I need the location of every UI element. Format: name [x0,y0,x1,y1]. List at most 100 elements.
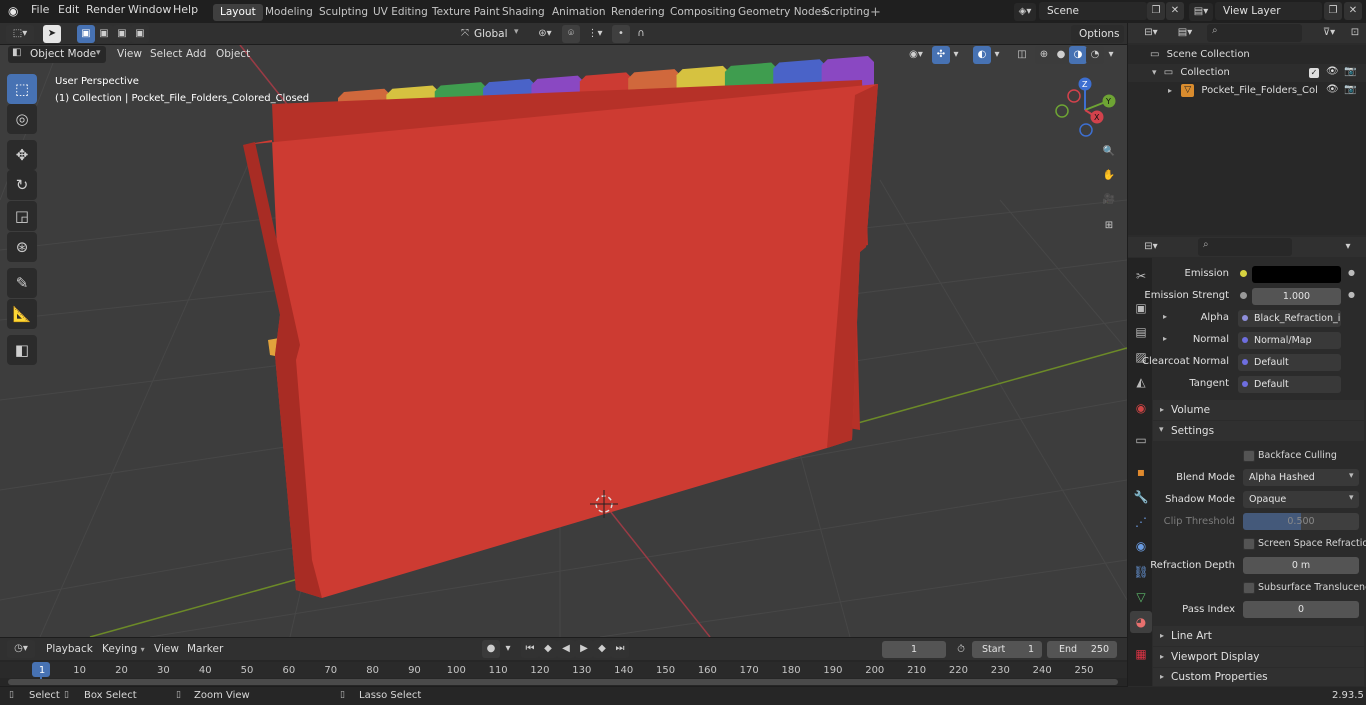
shading-rendered-icon[interactable]: ◔ [1086,46,1104,64]
shading-chevron-icon[interactable]: ▾ [1105,46,1117,64]
texture-tab-icon[interactable]: ▦ [1130,643,1152,665]
3d-viewport[interactable]: Z Y X [0,45,1127,637]
blender-logo-icon[interactable]: ◉ [8,4,22,18]
camera-icon[interactable]: 🎥 [1099,191,1119,211]
refraction-depth-field[interactable]: 0 m [1243,557,1359,574]
select-intersect-icon[interactable]: ▣ [131,25,149,43]
zoom-icon[interactable]: 🔍 [1099,143,1119,163]
object-eye-icon[interactable]: 👁 [1326,84,1339,95]
snap-icon[interactable]: ⌾ [562,25,580,43]
properties-options-icon[interactable]: ▾ [1339,238,1357,256]
emission-keyframe-icon[interactable]: ● [1348,268,1355,277]
world-tab-icon[interactable]: ◉ [1130,397,1152,419]
proportional-edit-icon[interactable]: • [612,25,630,43]
add-cube-tool[interactable]: ◧ [7,335,37,365]
outliner-editor-type-icon[interactable]: ⊟▾ [1138,24,1164,42]
shading-material-icon[interactable]: ◑ [1069,46,1087,64]
falloff-icon[interactable]: ∩ [632,25,650,43]
shadow-mode-dropdown[interactable]: Opaque [1243,491,1359,508]
viewport-menu-view[interactable]: View [117,46,142,63]
end-frame-field[interactable]: End 250 [1047,641,1117,658]
object-row[interactable]: ▸ ▽ Pocket_File_Folders_Colc [1168,82,1318,100]
menu-window[interactable]: Window [128,3,171,16]
overlay-toggle-icon[interactable]: ◐ [973,46,991,64]
annotate-tool[interactable]: ✎ [7,268,37,298]
shading-solid-icon[interactable]: ● [1052,46,1070,64]
object-camera-icon[interactable]: 📷 [1344,84,1356,95]
transform-tool[interactable]: ⊛ [7,232,37,262]
editor-type-icon[interactable]: ⬚▾ [6,25,34,43]
view-layer-close-icon[interactable]: ✕ [1344,2,1362,20]
cursor-tool[interactable]: ◎ [7,104,37,134]
backface-culling-checkbox[interactable] [1243,450,1255,462]
pass-index-field[interactable]: 0 [1243,601,1359,618]
pivot-icon[interactable]: ⊛▾ [532,25,558,43]
tab-scripting[interactable]: Scripting [816,4,877,21]
start-frame-field[interactable]: Start 1 [972,641,1042,658]
jump-end-icon[interactable]: ⏭ [611,640,629,658]
subsurface-translucency-label[interactable]: Subsurface Translucency [1258,582,1366,593]
select-box-tool[interactable]: ⬚ [7,74,37,104]
visibility-icon[interactable]: ◉▾ [903,46,929,64]
gizmo-toggle-icon[interactable]: ✣ [932,46,950,64]
play-reverse-icon[interactable]: ◀ [557,640,575,658]
timeline-menu-view[interactable]: View [154,641,179,658]
physics-tab-icon[interactable]: ◉ [1130,535,1152,557]
scene-close-icon[interactable]: ✕ [1166,2,1184,20]
options-dropdown[interactable]: Options [1071,25,1124,43]
screen-space-refraction-label[interactable]: Screen Space Refraction [1258,538,1366,549]
menu-file[interactable]: File [31,3,49,16]
blend-mode-dropdown[interactable]: Alpha Hashed [1243,469,1359,486]
select-extend-icon[interactable]: ▣ [95,25,113,43]
timeline-editor-type-icon[interactable]: ◷▾ [7,640,35,658]
ortho-grid-icon[interactable]: ⊞ [1099,217,1119,237]
move-tool[interactable]: ✥ [7,140,37,170]
timeline-menu-marker[interactable]: Marker [187,641,223,658]
tab-animation[interactable]: Animation [545,4,613,21]
select-new-icon[interactable]: ▣ [77,25,95,43]
object-mode-dropdown[interactable]: Object Mode [8,46,106,63]
tab-layout[interactable]: Layout [213,4,263,21]
preview-range-icon[interactable]: ⏱ [952,641,970,659]
clearcoat-normal-field[interactable]: Default [1238,354,1341,371]
viewport-menu-select[interactable]: Select [150,46,182,63]
view-layer-copy-icon[interactable]: ❐ [1324,2,1342,20]
overlay-chevron-icon[interactable]: ▾ [991,46,1003,64]
collection-checkbox[interactable]: ✓ [1309,68,1319,78]
menu-render[interactable]: Render [86,3,125,16]
collection-expand-icon[interactable]: ▾ [1152,68,1157,78]
active-tool-icon[interactable]: ➤ [43,25,61,43]
collection-eye-icon[interactable]: 👁 [1326,66,1339,77]
properties-search-input[interactable] [1198,238,1292,256]
tab-modeling[interactable]: Modeling [258,4,320,21]
record-chevron-icon[interactable]: ▾ [502,640,514,658]
subsurface-translucency-checkbox[interactable] [1243,582,1255,594]
record-icon[interactable]: ● [482,640,500,658]
shading-wireframe-icon[interactable]: ⊕ [1035,46,1053,64]
measure-tool[interactable]: 📐 [7,299,37,329]
view-layer-icon[interactable]: ▤▾ [1189,3,1213,21]
outliner-search-input[interactable] [1207,24,1302,42]
timeline-menu-playback[interactable]: Playback ▾ [40,640,96,672]
emission-strength-field[interactable]: 1.000 [1252,288,1341,305]
current-frame-field[interactable]: 1 [882,641,946,658]
menu-help[interactable]: Help [173,3,198,16]
alpha-link-field[interactable]: Black_Refraction_in... [1238,310,1341,327]
xray-icon[interactable]: ◫ [1013,46,1031,64]
select-subtract-icon[interactable]: ▣ [113,25,131,43]
tangent-field[interactable]: Default [1238,376,1341,393]
filter-icon[interactable]: ⊽▾ [1316,24,1342,42]
timeline-scrollbar[interactable] [8,679,1118,685]
viewport-menu-add[interactable]: Add [186,46,206,63]
collection-tab-icon[interactable]: ▭ [1130,429,1152,451]
scene-copy-icon[interactable]: ❐ [1147,2,1165,20]
add-workspace-icon[interactable]: + [870,5,881,20]
scale-tool[interactable]: ◲ [7,201,37,231]
orientation-icon[interactable]: ⤧ [456,25,474,43]
view-layer-field[interactable]: View Layer [1215,2,1322,20]
scene-collection-row[interactable]: ▭ Scene Collection [1150,46,1360,64]
timeline-menu-keying[interactable]: Keying ▾ [98,640,146,658]
properties-editor-type-icon[interactable]: ⊟▾ [1138,238,1164,256]
emission-strength-keyframe-icon[interactable]: ● [1348,290,1355,299]
tab-rendering[interactable]: Rendering [604,4,672,21]
